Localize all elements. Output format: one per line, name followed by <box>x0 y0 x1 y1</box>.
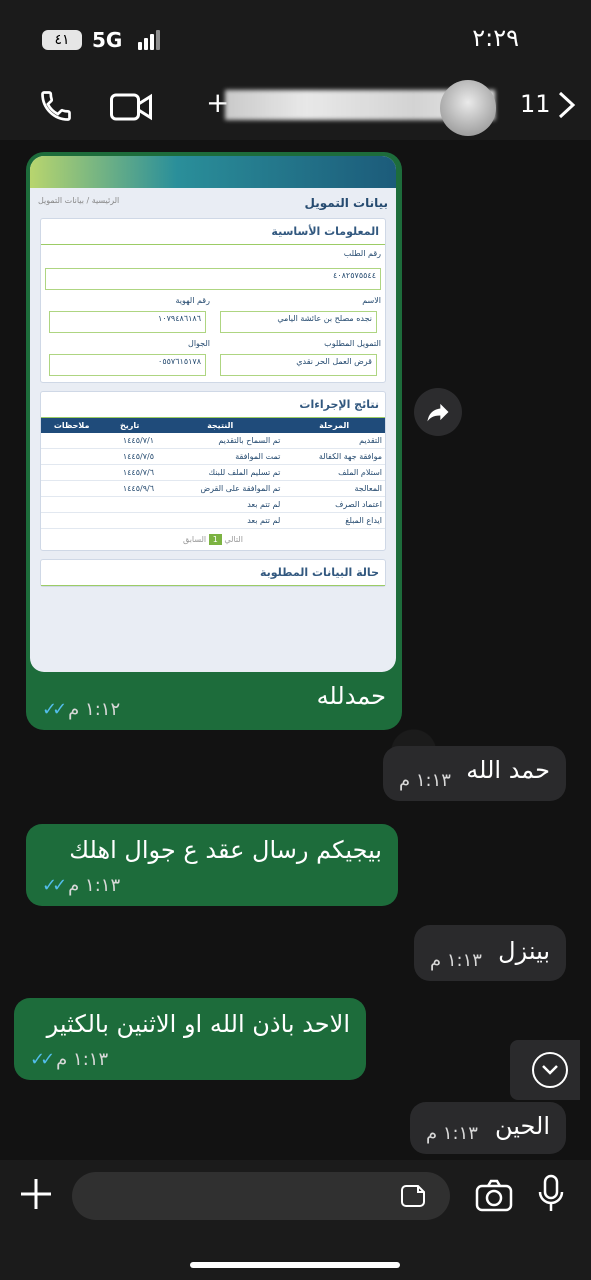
mobile-field: ٠٥٥٧٦١٥١٧٨ <box>49 354 206 376</box>
message-time: ١:١٣ م <box>399 770 451 791</box>
message-time: ١:١٣ م <box>430 950 482 971</box>
id-field: ١٠٧٩٤٨٦١٨٦ <box>49 311 206 333</box>
avatar[interactable] <box>440 80 496 136</box>
message-input[interactable] <box>72 1172 450 1220</box>
page-title: بيانات التمويل <box>304 196 388 210</box>
image-caption: حمدلله <box>316 682 386 710</box>
phone-icon[interactable] <box>38 88 74 124</box>
composer-bar <box>0 1160 591 1280</box>
results-card: نتائج الإجراءات المرحلة النتيجة تاريخ مل… <box>40 391 386 551</box>
mobile-label: الجوال <box>188 339 210 348</box>
request-number-label: رقم الطلب <box>343 249 381 258</box>
message-text: الاحد باذن الله او الاثنين بالكثير <box>46 1010 350 1038</box>
required-data-title: حالة البيانات المطلوبة <box>41 560 385 586</box>
incoming-message[interactable]: بينزل ١:١٣ م <box>414 925 566 981</box>
message-meta: ✓✓ ١:١٢ م <box>42 699 121 720</box>
table-header: النتيجة <box>156 418 284 433</box>
scroll-to-bottom-button[interactable] <box>510 1040 580 1100</box>
read-ticks-icon: ✓✓ <box>42 699 67 720</box>
outgoing-message[interactable]: بيجيكم رسال عقد ع جوال اهلك ✓✓ ١:١٣ م <box>26 824 398 906</box>
message-meta: ✓✓ ١:١٣ م <box>30 1049 109 1070</box>
table-row: موافقة جهة الكفالة تمت الموافقة ١٤٤٥/٧/٥ <box>41 448 385 465</box>
unread-count: 11 <box>520 90 551 118</box>
message-text: بيجيكم رسال عقد ع جوال اهلك <box>69 836 382 864</box>
requested-label: التمويل المطلوب <box>324 339 381 348</box>
table-row: المعالجة تم الموافقة على القرض ١٤٤٥/٩/٦ <box>41 480 385 497</box>
table-row: التقديم تم السماح بالتقديم ١٤٤٥/٧/١ <box>41 433 385 449</box>
read-ticks-icon: ✓✓ <box>30 1049 55 1070</box>
outgoing-message[interactable]: الاحد باذن الله او الاثنين بالكثير ✓✓ ١:١… <box>14 998 366 1080</box>
incoming-message[interactable]: حمد الله ١:١٣ م <box>383 746 566 801</box>
clock: ٢:٢٩ <box>472 24 519 52</box>
plus-icon[interactable] <box>18 1176 54 1212</box>
id-label: رقم الهوية <box>175 296 210 305</box>
chevron-right-icon[interactable] <box>556 90 578 120</box>
pagination: التالي 1 السابق <box>183 534 243 545</box>
attached-screenshot[interactable]: بيانات التمويل الرئيسية / بيانات التمويل… <box>30 156 396 672</box>
sticker-icon[interactable] <box>400 1182 428 1210</box>
battery-icon: ٤١ <box>42 30 82 50</box>
required-data-card: حالة البيانات المطلوبة <box>40 559 386 587</box>
breadcrumb: الرئيسية / بيانات التمويل <box>38 196 120 205</box>
microphone-icon[interactable] <box>536 1174 566 1214</box>
name-label: الاسم <box>362 296 381 305</box>
video-call-icon[interactable] <box>110 90 152 124</box>
table-header: المرحلة <box>283 418 385 433</box>
network-type: 5G <box>92 28 123 52</box>
table-row: اعتماد الصرف لم تتم بعد <box>41 496 385 513</box>
table-row: ايداع المبلغ لم تتم بعد <box>41 512 385 529</box>
image-caption-row: حمدلله ✓✓ ١:١٢ م <box>26 672 402 730</box>
message-meta: ✓✓ ١:١٣ م <box>42 875 121 896</box>
forward-icon <box>427 403 449 422</box>
results-table: المرحلة النتيجة تاريخ ملاحظات التقديم تم … <box>41 418 385 529</box>
results-title: نتائج الإجراءات <box>41 392 385 418</box>
signal-icon <box>138 30 162 50</box>
name-field: نجده مصلح بن عائشة اليامي <box>220 311 377 333</box>
message-text: الحين <box>495 1112 550 1140</box>
basic-info-card: المعلومات الأساسية رقم الطلب ٤٠٨٢٥٧٥٥٤٤ … <box>40 218 386 383</box>
table-row: استلام الملف تم تسليم الملف للبنك ١٤٤٥/٧/٦ <box>41 464 385 481</box>
chat-header: + 11 <box>0 80 591 141</box>
basic-info-title: المعلومات الأساسية <box>41 219 385 245</box>
status-bar: ٤١ 5G ٢:٢٩ <box>0 0 591 80</box>
table-header: ملاحظات <box>41 418 103 433</box>
requested-field: قرض العمل الحر نقدي <box>220 354 377 376</box>
site-header-bar <box>30 156 396 188</box>
request-number-field: ٤٠٨٢٥٧٥٥٤٤ <box>45 268 381 290</box>
read-ticks-icon: ✓✓ <box>42 875 67 896</box>
message-text: بينزل <box>498 937 550 965</box>
message-time: ١:١٣ م <box>426 1123 478 1144</box>
home-indicator <box>190 1262 400 1268</box>
camera-icon[interactable] <box>474 1176 514 1216</box>
incoming-message[interactable]: الحين ١:١٣ م <box>410 1102 566 1154</box>
table-header: تاريخ <box>102 418 157 433</box>
chevron-down-icon <box>532 1052 568 1088</box>
forward-button[interactable] <box>414 388 462 436</box>
message-text: حمد الله <box>466 756 550 784</box>
